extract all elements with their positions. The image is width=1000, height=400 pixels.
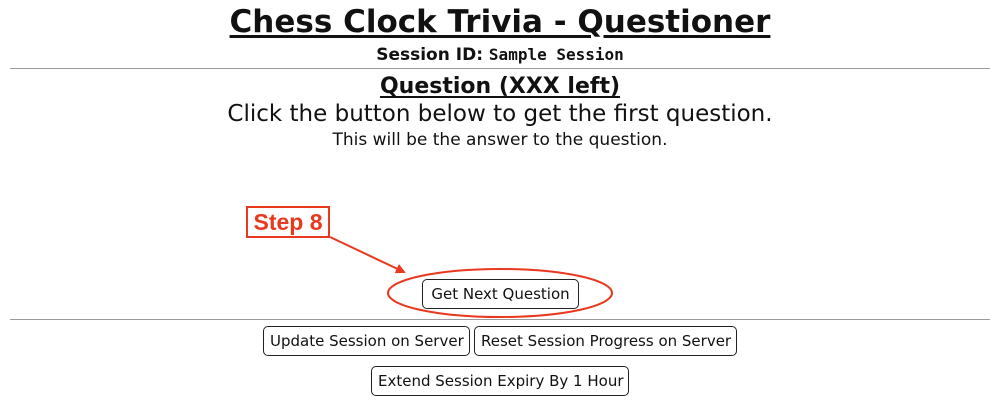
update-session-button[interactable]: Update Session on Server [263, 326, 470, 356]
session-info: Session ID: Sample Session [0, 43, 1000, 67]
bottom-divider [10, 319, 990, 320]
reset-session-progress-button[interactable]: Reset Session Progress on Server [474, 326, 737, 356]
session-id-label: Session ID: [376, 45, 483, 65]
get-next-question-button[interactable]: Get Next Question [422, 279, 579, 309]
question-text: Click the button below to get the first … [227, 101, 773, 127]
question-answer: This will be the answer to the question. [332, 130, 668, 150]
question-heading: Question (XXX left) [379, 74, 621, 99]
page-title: Chess Clock Trivia - Questioner [229, 4, 771, 40]
session-id-value: Sample Session [488, 45, 624, 64]
top-divider [10, 68, 990, 69]
extend-session-expiry-button[interactable]: Extend Session Expiry By 1 Hour [371, 366, 629, 396]
step-arrow [329, 236, 406, 274]
page: Chess Clock Trivia - Questioner Session … [0, 0, 1000, 400]
step-label: Step 8 [246, 206, 330, 238]
